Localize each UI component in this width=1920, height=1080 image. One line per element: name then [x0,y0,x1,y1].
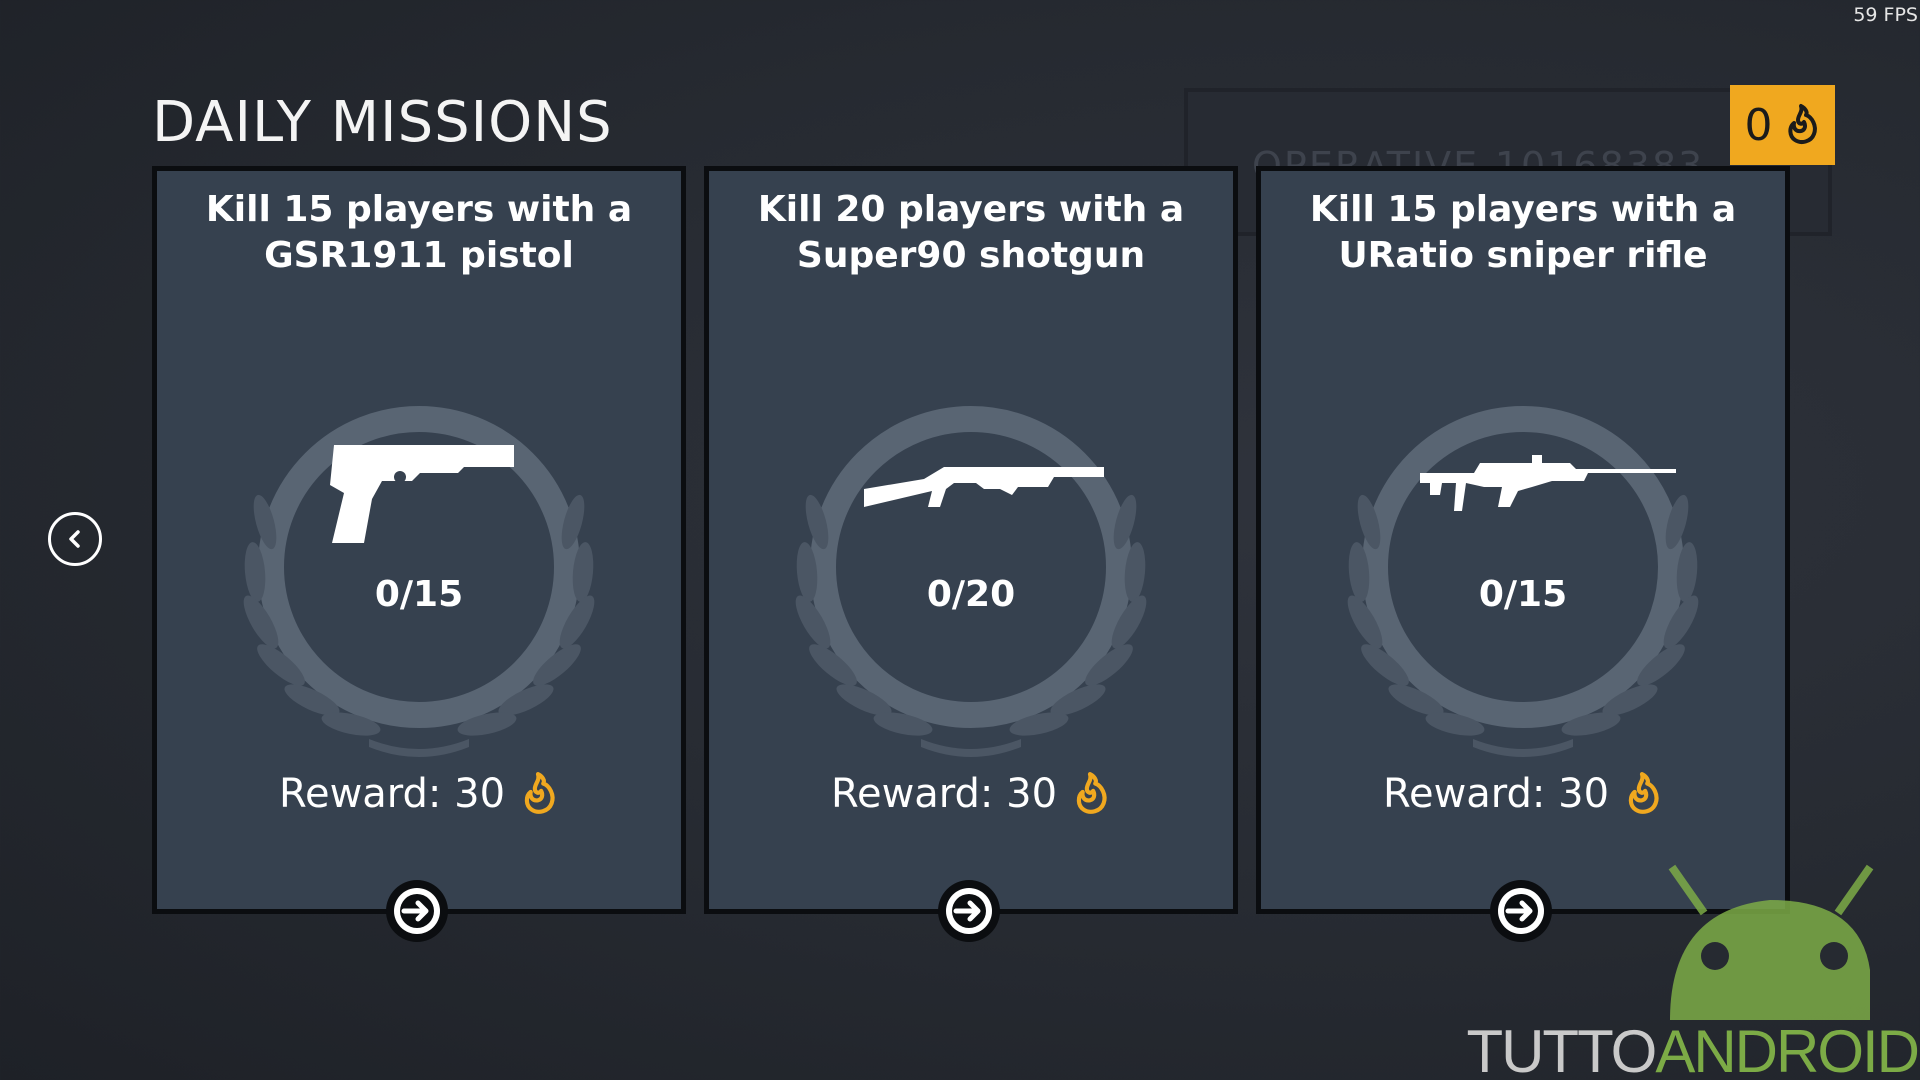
page-title: DAILY MISSIONS [152,90,613,155]
chevron-left-icon [69,530,80,548]
mission-card-2: Kill 20 players with a Super90 shotgun 0… [704,166,1238,914]
pistol-icon [330,445,514,543]
reward-label: Reward: 30 [830,771,1058,817]
laurel-emblem [1323,367,1723,767]
flame-coin-icon [517,771,559,817]
mission-progress: 0/15 [1478,574,1568,615]
mission-3-go-button[interactable] [1488,878,1554,944]
mission-reward: Reward: 30 [709,771,1233,817]
sniper-rifle-icon [1420,455,1676,511]
mission-title: Kill 15 players with a GSR1911 pistol [205,189,633,276]
android-logo-icon [1668,864,1874,1020]
flame-coin-icon [1781,103,1821,147]
mission-1-go-button[interactable] [384,878,450,944]
watermark-part1: TUTTO [1466,1018,1657,1080]
currency-amount: 0 [1744,99,1773,151]
laurel-emblem [771,367,1171,767]
reward-label: Reward: 30 [1382,771,1610,817]
mission-reward: Reward: 30 [1261,771,1785,817]
back-button[interactable] [48,512,102,566]
mission-card-3: Kill 15 players with a URatio sniper rif… [1256,166,1790,914]
watermark-part2: ANDROID [1655,1018,1920,1080]
mission-reward: Reward: 30 [157,771,681,817]
mission-progress: 0/20 [926,574,1016,615]
flame-coin-icon [1621,771,1663,817]
mission-card-1: Kill 15 players with a GSR1911 pistol 0/… [152,166,686,914]
shotgun-icon [864,467,1104,507]
reward-label: Reward: 30 [278,771,506,817]
mission-title: Kill 20 players with a Super90 shotgun [757,189,1185,276]
mission-2-go-button[interactable] [936,878,1002,944]
fps-counter: 59 FPS [1853,4,1918,26]
watermark: TUTTOANDROID [1466,1017,1920,1080]
flame-coin-icon [1069,771,1111,817]
laurel-emblem [219,367,619,767]
mission-title: Kill 15 players with a URatio sniper rif… [1309,189,1737,276]
currency-badge[interactable]: 0 [1730,85,1835,165]
mission-progress: 0/15 [374,574,464,615]
